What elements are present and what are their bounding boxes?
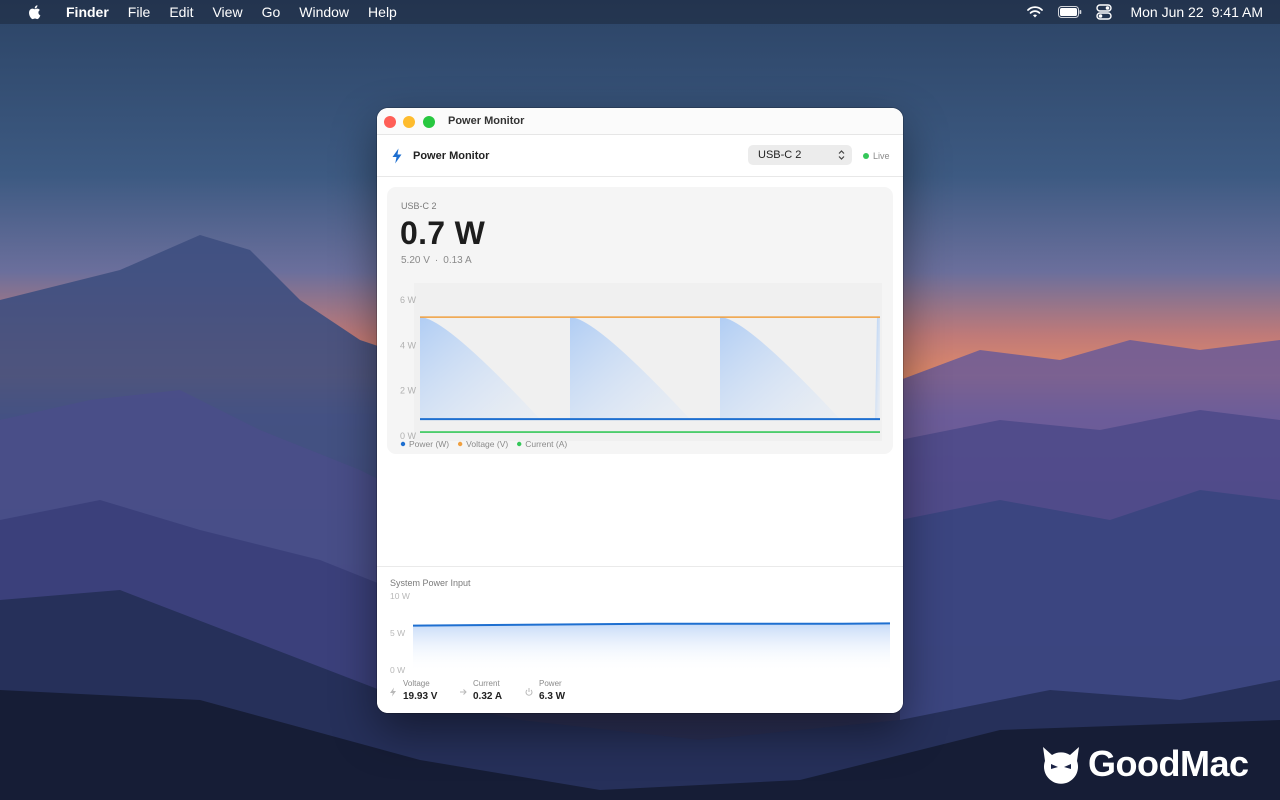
menu-go[interactable]: Go xyxy=(262,0,281,24)
stat-power-label: Power xyxy=(539,679,562,688)
system-power-title: System Power Input xyxy=(390,578,471,588)
menubar-date[interactable]: Mon Jun 22 xyxy=(1130,4,1203,20)
y-tick-label: 0 W xyxy=(390,665,405,675)
stat-power-value: 6.3 W xyxy=(539,691,566,702)
live-dot-icon xyxy=(863,153,869,159)
zoom-button[interactable] xyxy=(423,116,435,128)
port-card: USB-C 2 0.7 W 5.20 V · 0.13 A 6 W4 W2 W0 W… xyxy=(387,187,893,454)
readings: 5.20 V · 0.13 A xyxy=(401,255,472,266)
power-icon xyxy=(525,688,533,696)
arrow-right-icon xyxy=(460,689,467,695)
y-tick-label: 4 W xyxy=(400,340,417,350)
legend-label: Current (A) xyxy=(525,439,567,449)
y-tick-label: 2 W xyxy=(400,386,417,396)
power-monitor-window: Power Monitor Power Monitor USB-C 2 Live… xyxy=(377,108,903,713)
legend-dot xyxy=(517,441,522,447)
window-title: Power Monitor xyxy=(448,115,525,127)
title-bar[interactable]: Power Monitor xyxy=(377,108,903,135)
battery-icon[interactable] xyxy=(1058,6,1082,18)
current-readout: 0.13 A xyxy=(443,255,472,266)
y-tick-label: 5 W xyxy=(390,628,405,638)
port-select-value: USB-C 2 xyxy=(758,149,802,161)
menu-window[interactable]: Window xyxy=(299,0,349,24)
voltage-readout: 5.20 V xyxy=(401,255,430,266)
menu-edit[interactable]: Edit xyxy=(169,0,193,24)
live-label: Live xyxy=(873,151,890,161)
stat-voltage-label: Voltage xyxy=(403,679,430,688)
brand-name: GoodMac xyxy=(1088,743,1249,784)
menu-bar: Finder File Edit View Go Window Help Mon… xyxy=(0,0,1280,24)
legend-label: Power (W) xyxy=(409,439,449,449)
stat-current-value: 0.32 A xyxy=(473,691,503,702)
app-title: Power Monitor xyxy=(413,150,490,162)
live-indicator: Live xyxy=(863,135,890,177)
series-area xyxy=(413,623,890,670)
system-power-chart: 10 W 5 W 0 W xyxy=(390,591,891,675)
port-power-chart: 6 W4 W2 W0 WPower (W) Voltage (V) Current … xyxy=(400,283,882,449)
toolbar: Power Monitor USB-C 2 Live xyxy=(377,135,903,177)
wifi-icon[interactable] xyxy=(1026,5,1044,19)
bolt-icon xyxy=(392,148,402,164)
close-button[interactable] xyxy=(384,116,396,128)
menu-app-name[interactable]: Finder xyxy=(66,0,109,24)
brand-watermark: GoodMac xyxy=(1040,742,1249,786)
apple-icon[interactable] xyxy=(26,3,44,21)
y-tick-label: 10 W xyxy=(390,591,410,601)
legend-dot xyxy=(457,441,463,447)
stat-current-label: Current xyxy=(473,679,500,688)
stat-voltage-value: 19.93 V xyxy=(403,691,438,702)
control-center-icon[interactable] xyxy=(1096,4,1113,20)
port-name: USB-C 2 xyxy=(401,201,437,211)
y-tick-label: 6 W xyxy=(400,295,417,305)
menubar-time[interactable]: 9:41 AM xyxy=(1212,4,1263,20)
minimize-button[interactable] xyxy=(403,116,415,128)
port-select[interactable]: USB-C 2 xyxy=(748,145,852,165)
bolt-icon xyxy=(390,687,396,697)
menu-file[interactable]: File xyxy=(128,0,151,24)
menu-view[interactable]: View xyxy=(212,0,242,24)
power-readout: 0.7 W xyxy=(400,215,486,251)
menu-help[interactable]: Help xyxy=(368,0,397,24)
legend-label: Voltage (V) xyxy=(466,439,508,449)
system-power-panel: System Power Input 10 W 5 W 0 W Voltage 19… xyxy=(377,566,903,713)
goodmac-logo-icon xyxy=(1043,747,1079,784)
readings-separator: · xyxy=(434,255,439,266)
legend-dot xyxy=(400,441,406,447)
chevron-updown-icon xyxy=(838,150,845,160)
